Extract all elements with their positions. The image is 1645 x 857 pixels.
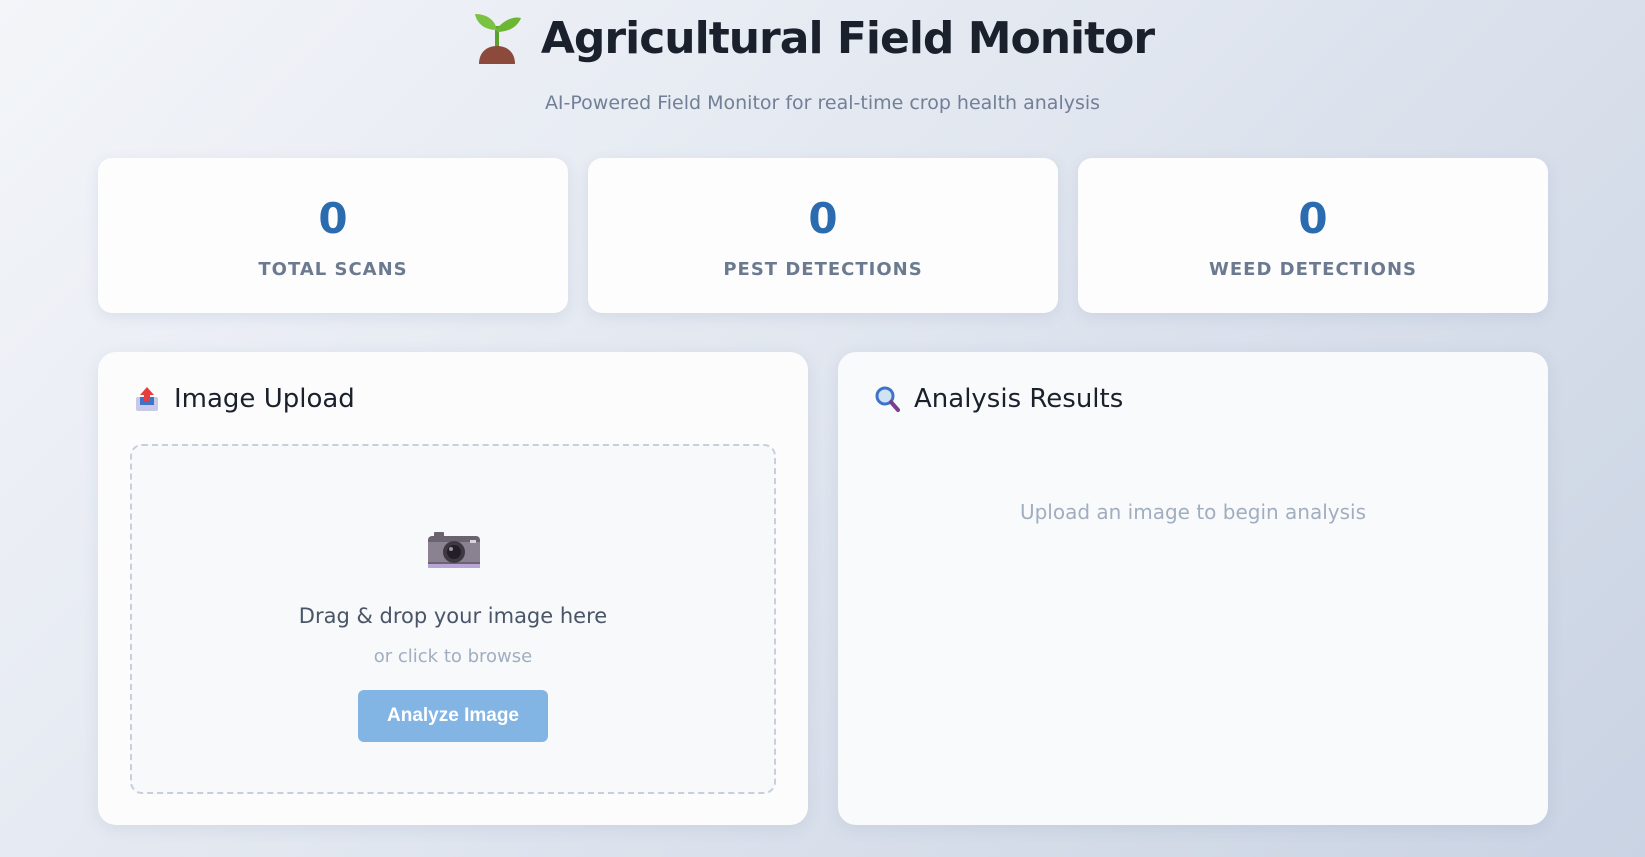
stat-label: PEST DETECTIONS <box>723 259 923 280</box>
page-title: Agricultural Field Monitor <box>540 12 1155 64</box>
stat-value: 0 <box>318 194 348 243</box>
stat-card-total-scans: 0 TOTAL SCANS <box>98 158 568 313</box>
image-dropzone[interactable]: Drag & drop your image here or click to … <box>130 444 776 794</box>
results-panel-title-text: Analysis Results <box>914 384 1124 414</box>
sprout-icon <box>474 14 521 64</box>
stat-label: WEED DETECTIONS <box>1209 259 1417 280</box>
analysis-results-panel: Analysis Results Upload an image to begi… <box>838 352 1548 825</box>
stat-label: TOTAL SCANS <box>258 259 408 280</box>
title-row: Agricultural Field Monitor <box>0 12 1645 64</box>
dropzone-browse-hint[interactable]: or click to browse <box>132 646 774 667</box>
results-placeholder: Upload an image to begin analysis <box>1019 500 1367 524</box>
stat-card-pest-detections: 0 PEST DETECTIONS <box>588 158 1058 313</box>
image-upload-panel: Image Upload Drag & drop your image here… <box>98 352 808 825</box>
results-panel-title: Analysis Results <box>874 384 1123 414</box>
camera-icon <box>428 532 480 568</box>
page-subtitle: AI-Powered Field Monitor for real-time c… <box>544 92 1101 114</box>
stat-card-weed-detections: 0 WEED DETECTIONS <box>1078 158 1548 313</box>
dropzone-instructions: Drag & drop your image here <box>298 604 608 628</box>
stat-value: 0 <box>808 194 838 243</box>
magnifier-icon <box>875 386 900 412</box>
stats-row: 0 TOTAL SCANS 0 PEST DETECTIONS 0 WEED D… <box>98 158 1548 313</box>
stat-value: 0 <box>1298 194 1328 243</box>
analyze-image-button[interactable]: Analyze Image <box>358 690 548 742</box>
upload-panel-title: Image Upload <box>134 384 355 414</box>
upload-panel-title-text: Image Upload <box>174 384 355 414</box>
inbox-upload-icon <box>136 387 158 411</box>
